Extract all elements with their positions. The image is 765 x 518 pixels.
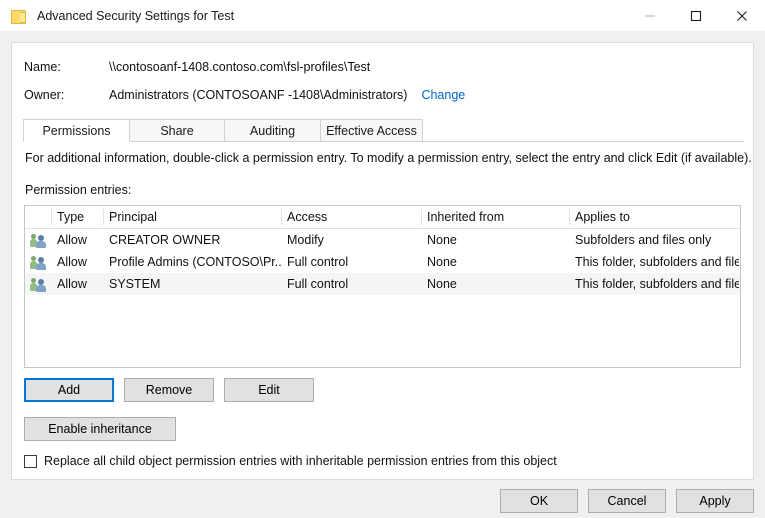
title-bar: Advanced Security Settings for Test <box>0 0 765 31</box>
hint-text: For additional information, double-click… <box>25 151 752 165</box>
enable-inheritance-button[interactable]: Enable inheritance <box>24 417 176 441</box>
tab-effective-access-label: Effective Access <box>326 124 417 138</box>
close-button[interactable] <box>719 0 765 31</box>
tab-auditing-label: Auditing <box>250 124 295 138</box>
row-type: Allow <box>51 255 103 269</box>
row-principal: SYSTEM <box>103 277 281 291</box>
tab-share-label: Share <box>160 124 193 138</box>
row-type: Allow <box>51 233 103 247</box>
row-icon-cell <box>25 233 51 248</box>
permission-entries-label: Permission entries: <box>25 183 131 197</box>
owner-value: Administrators (CONTOSOANF -1408\Adminis… <box>109 88 407 102</box>
row-principal: CREATOR OWNER <box>103 233 281 247</box>
table-row[interactable]: Allow Profile Admins (CONTOSO\Pr... Full… <box>25 251 740 273</box>
minimize-button[interactable] <box>627 0 673 31</box>
group-icon <box>30 233 46 248</box>
edit-button[interactable]: Edit <box>224 378 314 402</box>
name-value: \\contosoanf-1408.contoso.com\fsl-profil… <box>109 60 370 74</box>
replace-child-permissions-checkbox[interactable] <box>24 455 37 468</box>
row-icon-cell <box>25 255 51 270</box>
apply-button[interactable]: Apply <box>676 489 754 513</box>
owner-label: Owner: <box>24 88 109 102</box>
cancel-button[interactable]: Cancel <box>588 489 666 513</box>
tab-strip: Permissions Share Auditing Effective Acc… <box>23 119 744 142</box>
tab-share[interactable]: Share <box>129 119 225 142</box>
row-inherited-from: None <box>421 255 569 269</box>
column-header-applies-to[interactable]: Applies to <box>569 206 739 228</box>
tab-permissions-label: Permissions <box>42 124 110 138</box>
table-row[interactable]: Allow SYSTEM Full control None This fold… <box>25 273 740 295</box>
row-type: Allow <box>51 277 103 291</box>
ok-button[interactable]: OK <box>500 489 578 513</box>
table-row[interactable]: Allow CREATOR OWNER Modify None Subfolde… <box>25 229 740 251</box>
entry-actions: Add Remove Edit <box>24 378 314 402</box>
row-access: Full control <box>281 255 421 269</box>
main-panel: Name: \\contosoanf-1408.contoso.com\fsl-… <box>11 42 754 480</box>
name-row: Name: \\contosoanf-1408.contoso.com\fsl-… <box>24 60 370 74</box>
name-label: Name: <box>24 60 109 74</box>
replace-child-permissions-label: Replace all child object permission entr… <box>44 454 557 468</box>
column-header-access[interactable]: Access <box>281 206 421 228</box>
tab-permissions[interactable]: Permissions <box>23 119 130 142</box>
tab-auditing[interactable]: Auditing <box>224 119 321 142</box>
close-icon <box>736 10 748 22</box>
replace-child-permissions-row[interactable]: Replace all child object permission entr… <box>24 454 557 468</box>
owner-row: Owner: Administrators (CONTOSOANF -1408\… <box>24 88 465 102</box>
maximize-button[interactable] <box>673 0 719 31</box>
row-inherited-from: None <box>421 277 569 291</box>
row-applies-to: This folder, subfolders and files <box>569 255 739 269</box>
tab-effective-access[interactable]: Effective Access <box>320 119 423 142</box>
minimize-icon <box>644 10 656 22</box>
column-header-icon <box>25 206 51 228</box>
row-principal: Profile Admins (CONTOSO\Pr... <box>103 255 281 269</box>
maximize-icon <box>690 10 702 22</box>
table-header-row: Type Principal Access Inherited from App… <box>25 206 740 229</box>
row-applies-to: Subfolders and files only <box>569 233 739 247</box>
group-icon <box>30 277 46 292</box>
group-icon <box>30 255 46 270</box>
column-header-principal[interactable]: Principal <box>103 206 281 228</box>
row-icon-cell <box>25 277 51 292</box>
permission-entries-list[interactable]: Type Principal Access Inherited from App… <box>24 205 741 368</box>
add-button[interactable]: Add <box>24 378 114 402</box>
column-header-inherited-from[interactable]: Inherited from <box>421 206 569 228</box>
remove-button[interactable]: Remove <box>124 378 214 402</box>
row-access: Full control <box>281 277 421 291</box>
row-applies-to: This folder, subfolders and files <box>569 277 739 291</box>
row-access: Modify <box>281 233 421 247</box>
folder-icon <box>11 8 27 24</box>
column-header-type[interactable]: Type <box>51 206 103 228</box>
change-owner-link[interactable]: Change <box>421 88 465 102</box>
window-title: Advanced Security Settings for Test <box>37 9 234 23</box>
dialog-footer: OK Cancel Apply <box>500 489 754 513</box>
window-controls <box>627 0 765 31</box>
row-inherited-from: None <box>421 233 569 247</box>
